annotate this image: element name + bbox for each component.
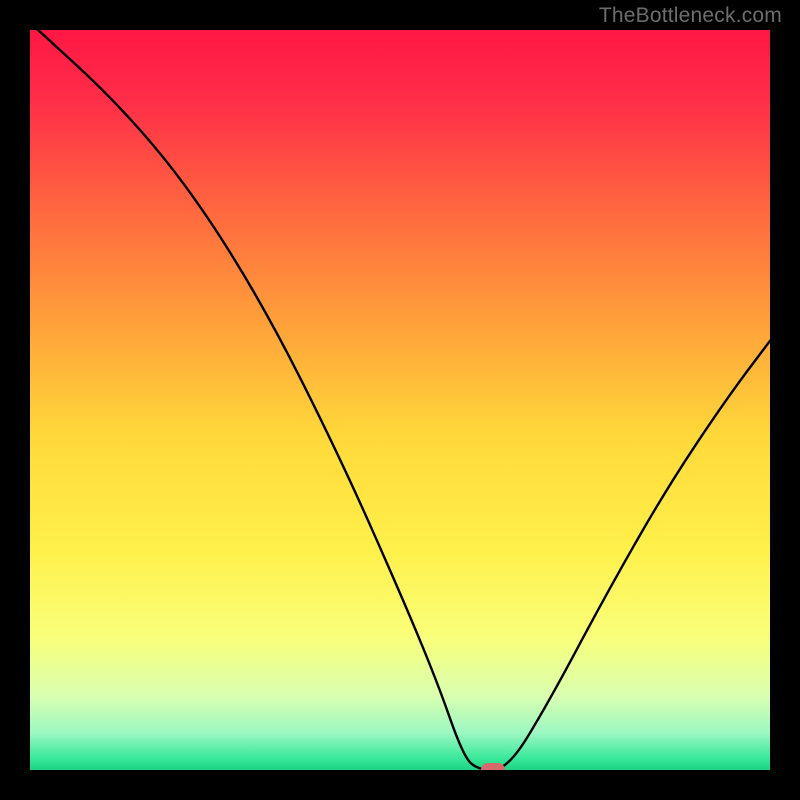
bottleneck-curve [30, 30, 770, 770]
watermark-text: TheBottleneck.com [599, 4, 782, 28]
chart-frame: TheBottleneck.com [0, 0, 800, 800]
plot-area [30, 30, 770, 770]
optimal-marker [481, 763, 505, 770]
